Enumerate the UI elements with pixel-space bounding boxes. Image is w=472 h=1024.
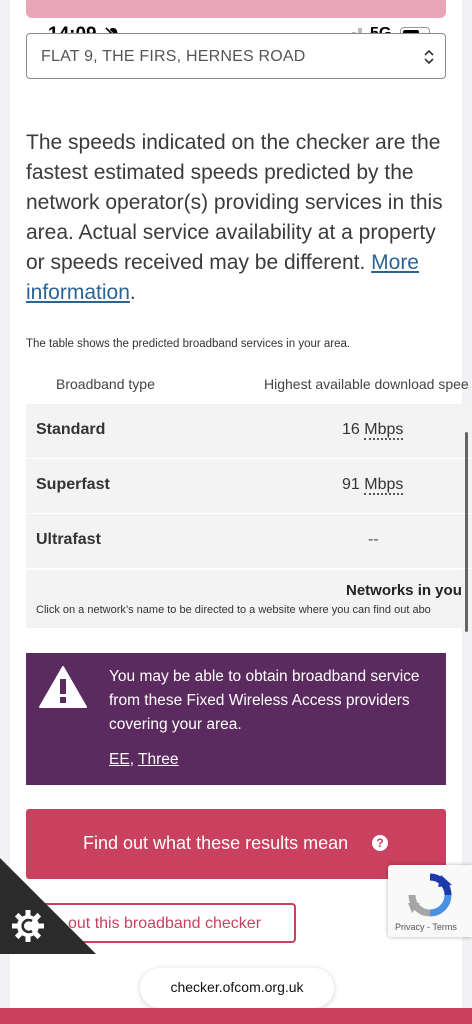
fwa-providers: EE, Three — [109, 751, 179, 769]
provider-link-three[interactable]: Three — [138, 751, 179, 768]
speed-unit[interactable]: Mbps — [364, 476, 404, 495]
question-circle-icon: ? — [372, 835, 388, 851]
table-row: Superfast 91 Mbps — [26, 459, 472, 514]
row-speed: 91 Mbps — [342, 476, 404, 495]
table-caption: The table shows the predicted broadband … — [26, 338, 351, 350]
address-select[interactable]: FLAT 9, THE FIRS, HERNES ROAD — [26, 33, 446, 79]
header-download-speed: Highest available download spee — [264, 376, 469, 392]
scrollbar[interactable] — [465, 432, 468, 632]
chevron-updown-icon — [424, 49, 434, 65]
fwa-notice: You may be able to obtain broadband serv… — [26, 653, 446, 785]
bottom-banner — [0, 1008, 472, 1024]
recaptcha-terms[interactable]: Privacy - Terms — [395, 922, 457, 932]
networks-row: Networks in you Click on a network’s nam… — [26, 570, 472, 628]
find-out-label: Find out what these results mean — [83, 833, 349, 853]
provider-separator: , — [129, 751, 139, 768]
row-type: Superfast — [36, 476, 110, 493]
row-speed: -- — [368, 531, 379, 548]
provider-link-ee[interactable]: EE — [109, 751, 130, 768]
browser-url-bar[interactable]: checker.ofcom.org.uk — [140, 968, 334, 1008]
cookie-icon[interactable] — [0, 858, 96, 954]
networks-title: Networks in you — [346, 582, 462, 599]
fwa-text: You may be able to obtain broadband serv… — [109, 668, 420, 733]
row-speed: 16 Mbps — [342, 421, 404, 440]
table-row: Ultrafast -- — [26, 514, 472, 569]
url-text: checker.ofcom.org.uk — [170, 979, 304, 995]
warning-triangle-icon — [39, 666, 87, 708]
row-type: Ultrafast — [36, 531, 101, 548]
header-broadband-type: Broadband type — [56, 376, 155, 392]
recaptcha-icon — [408, 873, 452, 917]
speed-unit[interactable]: Mbps — [364, 421, 404, 440]
table-row: Standard 16 Mbps — [26, 404, 472, 459]
address-value: FLAT 9, THE FIRS, HERNES ROAD — [41, 48, 306, 65]
about-label: out this broadband checker — [68, 915, 262, 932]
networks-note: Click on a network’s name to be directed… — [36, 604, 431, 616]
top-banner — [26, 0, 446, 18]
row-type: Standard — [36, 421, 106, 438]
intro-paragraph: The speeds indicated on the checker are … — [26, 128, 446, 308]
table-header: Broadband type Highest available downloa… — [26, 376, 472, 404]
intro-suffix: . — [129, 281, 136, 304]
recaptcha-badge[interactable]: Privacy - Terms — [388, 865, 472, 937]
